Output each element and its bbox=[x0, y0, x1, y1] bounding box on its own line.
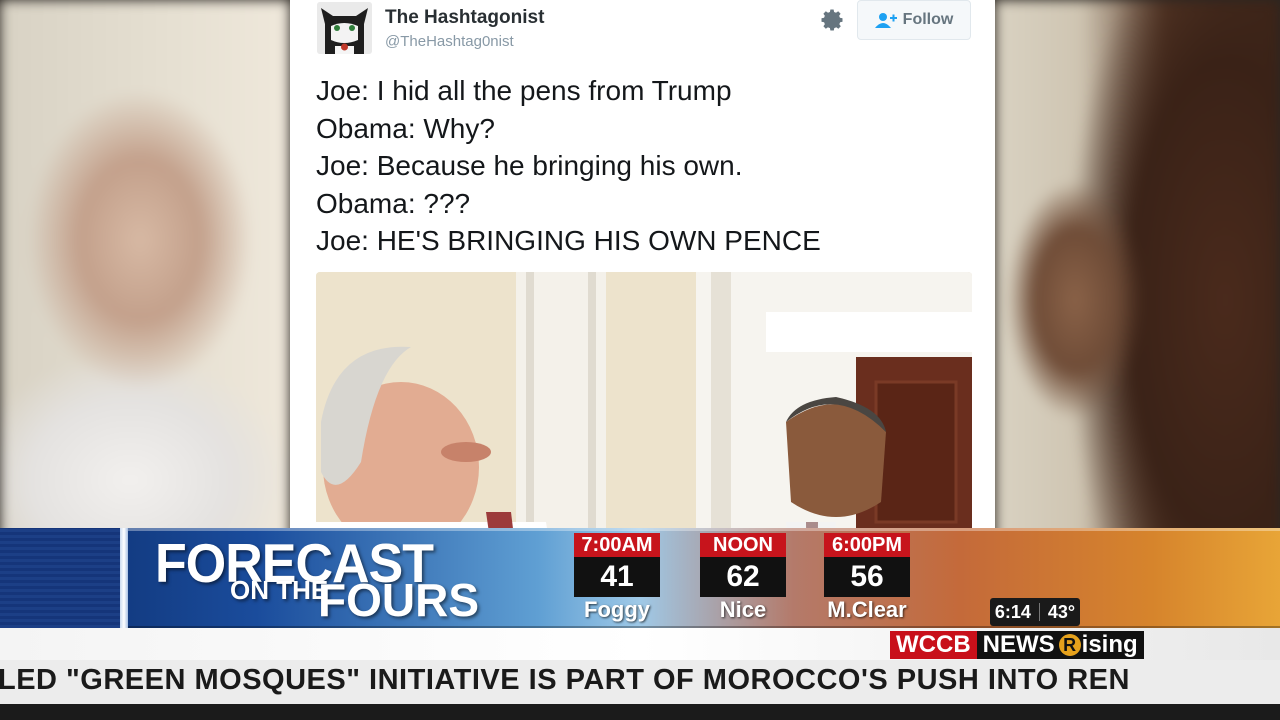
forecast-time: 7:00AM bbox=[574, 533, 660, 557]
author-handle[interactable]: @TheHashtag0nist bbox=[385, 33, 514, 50]
forecast-title-fours: FOURS bbox=[318, 574, 479, 626]
newscast-name: NEWS R ising bbox=[976, 631, 1144, 659]
rising-word: ising bbox=[1081, 631, 1138, 658]
tweet-line: Obama: Why? bbox=[316, 112, 495, 144]
rising-r-icon: R bbox=[1058, 634, 1081, 656]
follow-button-label: Follow bbox=[902, 11, 954, 28]
forecast-time: NOON bbox=[700, 533, 786, 557]
forecast-time: 6:00PM bbox=[824, 533, 910, 557]
forecast-lower-third: FORECAST ON THE FOURS 7:00AM 41 Foggy NO… bbox=[0, 528, 1280, 628]
lower-third-accent bbox=[0, 528, 122, 628]
forecast-condition: M.Clear bbox=[827, 597, 907, 622]
forecast-condition: Nice bbox=[719, 597, 767, 622]
ticker-text: LED "GREEN MOSQUES" INITIATIVE IS PART O… bbox=[0, 664, 1130, 696]
follow-button[interactable]: Follow bbox=[857, 0, 971, 40]
tweet-line: Joe: HE'S BRINGING HIS OWN PENCE bbox=[316, 225, 821, 256]
clock-separator bbox=[1038, 603, 1040, 621]
bottom-strip bbox=[0, 704, 1280, 720]
station-call-letters: WCCB bbox=[890, 631, 977, 659]
clock-time: 6:14 bbox=[994, 601, 1031, 622]
gear-icon[interactable] bbox=[820, 8, 844, 32]
forecast-temp: 41 bbox=[574, 557, 660, 597]
news-word: NEWS bbox=[982, 631, 1055, 658]
station-logo: WCCB NEWS R ising bbox=[890, 631, 1144, 659]
add-user-icon bbox=[874, 13, 897, 28]
clock-temp-badge: 6:14 43° bbox=[990, 598, 1080, 626]
forecast-slot: 7:00AM 41 Foggy bbox=[574, 533, 660, 623]
author-name[interactable]: The Hashtagonist bbox=[385, 7, 544, 29]
tweet-line: Obama: ??? bbox=[316, 187, 471, 219]
forecast-slot: NOON 62 Nice bbox=[700, 533, 786, 623]
cat-avatar-icon bbox=[317, 2, 372, 54]
tweet-line: Joe: I hid all the pens from Trump bbox=[316, 75, 732, 106]
news-ticker: LED "GREEN MOSQUES" INITIATIVE IS PART O… bbox=[0, 660, 1280, 704]
current-temp: 43° bbox=[1047, 601, 1076, 622]
forecast-slot: 6:00PM 56 M.Clear bbox=[824, 533, 910, 623]
forecast-condition: Foggy bbox=[584, 597, 650, 622]
forecast-temp: 56 bbox=[824, 557, 910, 597]
tweet-line: Joe: Because he bringing his own. bbox=[316, 150, 743, 181]
lower-third-divider bbox=[120, 528, 128, 628]
avatar[interactable] bbox=[317, 2, 372, 54]
tweet-text: Joe: I hid all the pens from Trump Obama… bbox=[316, 72, 821, 260]
forecast-temp: 62 bbox=[700, 557, 786, 597]
forecast-subtitle: ON THE bbox=[230, 575, 329, 605]
